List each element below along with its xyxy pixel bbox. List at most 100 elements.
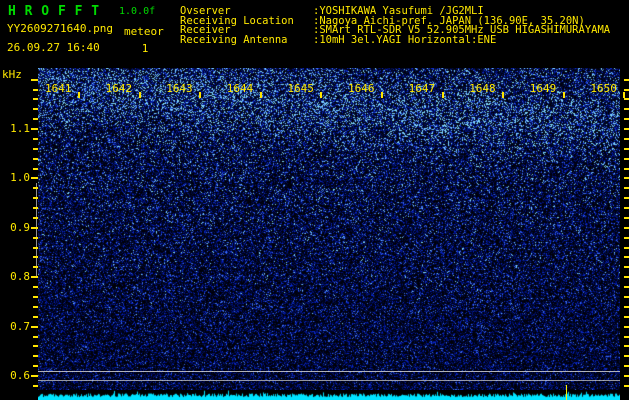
time-label: 1648: [469, 83, 496, 94]
freq-tick: [33, 158, 38, 160]
freq-label: 1.1: [4, 123, 30, 134]
time-label: 1645: [287, 83, 314, 94]
hrofft-window: H R O F F T 1.0.0f YY2609271640.png mete…: [0, 0, 629, 400]
freq-tick-right: [624, 276, 629, 278]
meteor-count: 1: [138, 42, 152, 55]
freq-tick: [33, 296, 38, 298]
event-marker-line: [566, 385, 567, 400]
freq-tick-right: [624, 336, 629, 338]
datetime-label: 26.09.27 16:40: [7, 41, 100, 54]
station-info: Ovserver :YOSHIKAWA Yasufumi /JG2MLI Rec…: [180, 7, 610, 46]
mode-label: meteor: [124, 25, 164, 38]
freq-tick: [33, 207, 38, 209]
freq-tick-right: [624, 148, 629, 150]
time-label: 1650: [590, 83, 617, 94]
freq-tick: [33, 118, 38, 120]
freq-tick-right: [624, 365, 629, 367]
freq-tick: [33, 168, 38, 170]
time-tick: [502, 92, 504, 98]
freq-tick: [33, 345, 38, 347]
time-label: 1641: [45, 83, 72, 94]
freq-tick-right: [624, 79, 629, 81]
app-version: 1.0.0f: [119, 6, 155, 17]
freq-tick: [31, 227, 38, 229]
time-label: 1649: [530, 83, 557, 94]
freq-tick: [33, 385, 38, 387]
freq-tick: [33, 237, 38, 239]
freq-label: 0.7: [4, 321, 30, 332]
freq-tick-right: [624, 118, 629, 120]
time-label: 1642: [106, 83, 133, 94]
freq-tick-right: [624, 217, 629, 219]
freq-tick-right: [624, 227, 629, 229]
station-row: Receiving Antenna :10mH 3el.YAGI Horizon…: [180, 36, 610, 46]
freq-tick-right: [624, 158, 629, 160]
freq-tick-right: [624, 306, 629, 308]
freq-tick: [33, 256, 38, 258]
freq-tick: [31, 128, 38, 130]
freq-tick-right: [624, 168, 629, 170]
reference-line-upper: [38, 371, 620, 372]
freq-tick-right: [624, 375, 629, 377]
freq-axis-unit: kHz: [2, 68, 22, 81]
time-label: 1646: [348, 83, 375, 94]
freq-tick: [33, 108, 38, 110]
freq-tick: [33, 217, 38, 219]
freq-tick-right: [624, 138, 629, 140]
freq-tick: [33, 316, 38, 318]
freq-tick: [33, 138, 38, 140]
output-filename: YY2609271640.png: [7, 22, 113, 35]
station-row-value: :10mH 3el.YAGI Horizontal:ENE: [313, 36, 496, 46]
freq-tick-right: [624, 266, 629, 268]
time-tick: [78, 92, 80, 98]
freq-label: 0.8: [4, 271, 30, 282]
freq-tick-right: [624, 316, 629, 318]
time-tick: [139, 92, 141, 98]
freq-tick-right: [624, 385, 629, 387]
freq-tick: [31, 276, 38, 278]
freq-tick: [33, 187, 38, 189]
freq-tick: [31, 79, 38, 81]
time-tick: [199, 92, 201, 98]
app-title: H R O F F T: [8, 4, 100, 19]
freq-tick: [33, 286, 38, 288]
freq-tick-right: [624, 128, 629, 130]
freq-tick: [33, 247, 38, 249]
spectrogram-canvas: [38, 68, 620, 390]
freq-tick-right: [624, 207, 629, 209]
station-row-label: Receiving Antenna: [180, 36, 313, 46]
freq-label: 0.9: [4, 222, 30, 233]
freq-tick-right: [624, 326, 629, 328]
time-tick: [260, 92, 262, 98]
freq-tick-right: [624, 286, 629, 288]
time-label: 1647: [409, 83, 436, 94]
freq-tick-right: [624, 237, 629, 239]
freq-tick-right: [624, 296, 629, 298]
freq-tick-right: [624, 355, 629, 357]
time-tick: [381, 92, 383, 98]
freq-tick-right: [624, 98, 629, 100]
freq-tick-right: [624, 89, 629, 91]
time-tick: [320, 92, 322, 98]
freq-tick: [33, 148, 38, 150]
freq-tick: [33, 98, 38, 100]
freq-tick-right: [624, 197, 629, 199]
freq-tick-right: [624, 247, 629, 249]
freq-tick-right: [624, 256, 629, 258]
reference-line-middle: [38, 380, 620, 381]
freq-tick: [31, 375, 38, 377]
freq-tick: [33, 306, 38, 308]
freq-tick-right: [624, 345, 629, 347]
freq-tick: [33, 197, 38, 199]
freq-tick: [33, 89, 38, 91]
freq-tick: [33, 266, 38, 268]
time-tick: [623, 92, 625, 98]
freq-tick: [33, 336, 38, 338]
time-tick: [563, 92, 565, 98]
freq-tick: [31, 177, 38, 179]
freq-tick-right: [624, 177, 629, 179]
freq-tick-right: [624, 187, 629, 189]
freq-tick: [33, 355, 38, 357]
freq-tick-right: [624, 108, 629, 110]
level-strip-canvas: [38, 390, 620, 400]
